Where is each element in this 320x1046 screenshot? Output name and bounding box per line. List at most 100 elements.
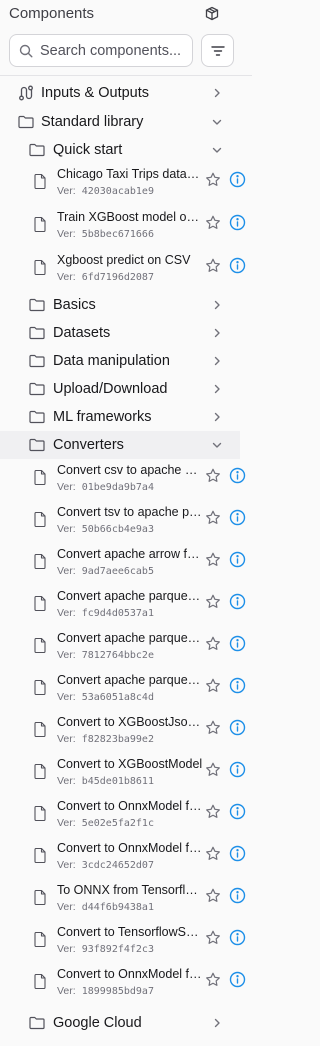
info-icon[interactable] [229,719,246,736]
panel-title: Components [9,5,95,22]
component-item[interactable]: Convert to OnnxModel from Tensorflow Ver:… [0,964,252,1004]
star-icon[interactable] [205,888,221,904]
component-name: Convert apache parquet to csv [57,631,203,645]
tree-item-label: Google Cloud [53,1015,142,1031]
version-prefix: Ver: [57,565,76,577]
version-hash: d44f6b9438a1 [81,902,154,913]
component-name: Convert to OnnxModel from PyTorch [57,799,203,813]
star-icon[interactable] [205,762,221,778]
tree-item-label: ML frameworks [53,409,152,425]
info-icon[interactable] [229,887,246,904]
tree-item-datasets[interactable]: Datasets [0,320,240,346]
version-prefix: Ver: [57,271,76,283]
chevron-down-icon [212,147,222,153]
folder-icon [29,354,45,368]
component-version: Ver: 3cdc24652d07 [57,859,203,871]
star-icon[interactable] [205,258,221,274]
component-item[interactable]: Convert apache parquet to csv Ver: 781276… [0,628,252,668]
file-icon [34,932,46,947]
component-item[interactable]: Convert apache arrow feather to apache p… [0,544,252,584]
component-item[interactable]: Convert csv to apache parquet Ver: 01be9d… [0,460,252,500]
component-item[interactable]: Chicago Taxi Trips dataset Ver: 42030acab… [0,164,252,204]
info-icon[interactable] [229,803,246,820]
version-prefix: Ver: [57,481,76,493]
info-icon[interactable] [229,929,246,946]
component-item[interactable]: Convert to OnnxModel from Keras Ver: 3cdc… [0,838,252,878]
version-prefix: Ver: [57,901,76,913]
search-box[interactable] [9,34,193,67]
component-version: Ver: 6fd7196d2087 [57,271,203,283]
component-item[interactable]: Convert apache parquet to tsv Ver: 53a605… [0,670,252,710]
info-icon[interactable] [229,971,246,988]
component-version: Ver: 50b66cb4e9a3 [57,523,203,535]
component-item[interactable]: Convert apache parquet to apache arrow f… [0,586,252,626]
tree-item-google-cloud[interactable]: Google Cloud [0,1010,240,1036]
star-icon[interactable] [205,510,221,526]
folder-icon [29,382,45,396]
tree-item-inputs-outputs[interactable]: Inputs & Outputs [0,80,240,106]
info-icon[interactable] [229,257,246,274]
chevron-right-icon [214,356,220,366]
route-icon [19,85,33,101]
star-icon[interactable] [205,552,221,568]
component-name: Convert tsv to apache parquet [57,505,203,519]
star-icon[interactable] [205,720,221,736]
component-item[interactable]: Xgboost predict on CSV Ver: 6fd7196d2087 [0,250,252,290]
star-icon[interactable] [205,846,221,862]
star-icon[interactable] [205,804,221,820]
file-icon [34,217,46,232]
star-icon[interactable] [205,468,221,484]
component-item[interactable]: Convert tsv to apache parquet Ver: 50b66c… [0,502,252,542]
star-icon[interactable] [205,594,221,610]
component-name: Convert to OnnxModel from Tensorflow [57,967,203,981]
component-version: Ver: b45de01b8611 [57,775,203,787]
star-icon[interactable] [205,972,221,988]
info-icon[interactable] [229,509,246,526]
file-icon [34,806,46,821]
info-icon[interactable] [229,593,246,610]
component-item[interactable]: Convert to XGBoostModel Ver: b45de01b8611 [0,754,252,794]
tree-item-converters[interactable]: Converters [0,431,240,459]
info-icon[interactable] [229,214,246,231]
file-icon [34,974,46,989]
info-icon[interactable] [229,635,246,652]
chevron-right-icon [214,300,220,310]
component-version: Ver: 1899985bd9a7 [57,985,203,997]
file-icon [34,890,46,905]
package-plus-icon[interactable] [204,6,220,22]
version-hash: fc9d4d0537a1 [81,608,154,619]
tree-item-basics[interactable]: Basics [0,292,240,318]
tree-item-ml-frameworks[interactable]: ML frameworks [0,404,240,430]
component-name: Convert apache parquet to tsv [57,673,203,687]
info-icon[interactable] [229,761,246,778]
component-version: Ver: fc9d4d0537a1 [57,607,203,619]
version-prefix: Ver: [57,649,76,661]
component-item[interactable]: Convert to XGBoostJsonModel Ver: f82823ba… [0,712,252,752]
version-hash: 50b66cb4e9a3 [81,524,154,535]
star-icon[interactable] [205,172,221,188]
star-icon[interactable] [205,636,221,652]
component-version: Ver: 9ad7aee6cab5 [57,565,203,577]
info-icon[interactable] [229,845,246,862]
chevron-down-icon [212,119,222,125]
component-item[interactable]: Convert to TensorflowSavedModel Ver: 93f8… [0,922,252,962]
star-icon[interactable] [205,215,221,231]
tree-item-upload-download[interactable]: Upload/Download [0,376,240,402]
info-icon[interactable] [229,171,246,188]
tree-item-data-manipulation[interactable]: Data manipulation [0,348,240,374]
version-prefix: Ver: [57,185,76,197]
tree-item-quick-start[interactable]: Quick start [0,137,240,163]
component-item[interactable]: Convert to OnnxModel from PyTorch Ver: 5e… [0,796,252,836]
file-icon [34,554,46,569]
info-icon[interactable] [229,677,246,694]
filter-button[interactable] [201,34,234,67]
component-item[interactable]: To ONNX from Tensorflow SavedModel Ver: d… [0,880,252,920]
component-item[interactable]: Train XGBoost model on CSV Ver: 5b8bec671… [0,207,252,247]
tree-item-standard-library[interactable]: Standard library [0,109,240,135]
info-icon[interactable] [229,467,246,484]
star-icon[interactable] [205,930,221,946]
search-input[interactable] [40,41,190,61]
info-icon[interactable] [229,551,246,568]
star-icon[interactable] [205,678,221,694]
version-prefix: Ver: [57,228,76,240]
